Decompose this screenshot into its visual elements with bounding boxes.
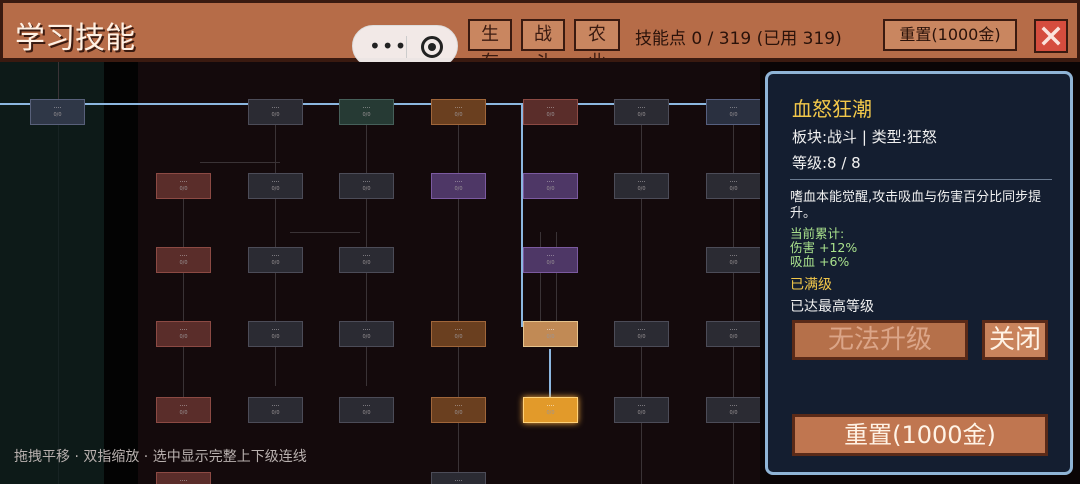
skill-node[interactable]: ····0/0 [248, 173, 303, 199]
skill-node[interactable]: ····0/0 [614, 173, 669, 199]
skill-meta: 板块:战斗 | 类型:狂怒 [792, 128, 937, 146]
tree-hint-text: 拖拽平移 · 双指缩放 · 选中显示完整上下级连线 [14, 449, 307, 465]
skill-node[interactable]: ····0/0 [339, 173, 394, 199]
skill-node[interactable]: ····0/0 [706, 321, 760, 347]
maxed-status: 已满级 [790, 277, 832, 293]
accum-title: 当前累计: [790, 226, 845, 241]
highlight-connector [549, 349, 551, 397]
skill-node[interactable]: ····0/0 [523, 247, 578, 273]
mini-program-capsule[interactable]: ••• [352, 25, 458, 67]
skill-points-counter: 技能点 0 / 319 (已用 319) [635, 29, 842, 49]
highlight-connector [521, 103, 523, 327]
skill-node[interactable]: ····0/0 [523, 99, 578, 125]
close-button-top[interactable] [1034, 19, 1068, 53]
connector [58, 62, 59, 102]
panel-divider [790, 179, 1052, 180]
skill-node[interactable]: ····0/0 [156, 397, 211, 423]
exit-target-icon[interactable] [421, 36, 443, 58]
skill-description: 嗜血本能觉醒,攻击吸血与伤害百分比同步提升。 [790, 190, 1042, 221]
connector [200, 162, 280, 163]
gridline [58, 62, 59, 484]
connector [290, 232, 360, 233]
skill-level: 等级:8 / 8 [792, 154, 861, 172]
header-bar: 学习技能 ••• 生存 战斗 农业 技能点 0 / 319 (已用 319) 重… [0, 0, 1080, 73]
tree-region-gap [104, 62, 138, 484]
page-title: 学习技能 [15, 21, 135, 56]
skill-node[interactable]: ····0/0 [248, 397, 303, 423]
skill-node[interactable]: ····0/0 [156, 472, 211, 484]
skill-node[interactable]: ····0/0 [431, 397, 486, 423]
close-panel-button[interactable]: 关闭 [982, 320, 1048, 360]
skill-node[interactable]: ····0/0 [156, 321, 211, 347]
skill-node-selected[interactable]: ···· 0/0 [523, 397, 578, 423]
skill-node[interactable]: ····0/0 [431, 472, 486, 484]
close-icon [1041, 26, 1061, 46]
skill-node[interactable]: ····0/0 [614, 397, 669, 423]
reset-button-top[interactable]: 重置(1000金) [883, 19, 1017, 51]
skill-node[interactable]: ····0/0 [30, 99, 85, 125]
skill-node-parent-highlighted[interactable]: ···· 0/0 [523, 321, 578, 347]
skill-node[interactable]: ····0/0 [614, 99, 669, 125]
skill-title: 血怒狂潮 [792, 97, 872, 121]
maxed-description: 已达最高等级 [790, 299, 874, 315]
skill-node[interactable]: ····0/0 [339, 321, 394, 347]
upgrade-button-disabled[interactable]: 无法升级 [792, 320, 968, 360]
tree-region-left [0, 62, 104, 484]
tab-combat[interactable]: 战斗 [521, 19, 565, 73]
skill-tree-canvas[interactable]: ···· 0/0 ···· 0/0 ···· 0/0 ···· 0/0 ···· 0/0 … [0, 62, 760, 484]
accum-lifesteal: 吸血 +6% [790, 254, 850, 269]
reset-button-panel[interactable]: 重置(1000金) [792, 414, 1048, 456]
skill-node[interactable]: ····0/0 [156, 173, 211, 199]
skill-node[interactable]: ····0/0 [614, 321, 669, 347]
skill-node[interactable]: ····0/0 [248, 321, 303, 347]
skill-node[interactable]: ····0/0 [156, 247, 211, 273]
skill-node[interactable]: ····0/0 [248, 99, 303, 125]
skill-node[interactable]: ····0/0 [706, 173, 760, 199]
tab-survival[interactable]: 生存 [468, 19, 512, 73]
skill-node[interactable]: ····0/0 [431, 321, 486, 347]
skill-node[interactable]: ····0/0 [339, 99, 394, 125]
capsule-divider [406, 36, 407, 58]
tab-farming[interactable]: 农业 [574, 19, 620, 73]
skill-node[interactable]: ····0/0 [706, 99, 760, 125]
skill-node[interactable]: ····0/0 [339, 397, 394, 423]
accum-damage: 伤害 +12% [790, 240, 858, 255]
skill-node[interactable]: ····0/0 [431, 99, 486, 125]
skill-node[interactable]: ····0/0 [248, 247, 303, 273]
skill-node[interactable]: ····0/0 [523, 173, 578, 199]
skill-node[interactable]: ····0/0 [339, 247, 394, 273]
skill-node[interactable]: ····0/0 [431, 173, 486, 199]
skill-node[interactable]: ····0/0 [706, 397, 760, 423]
skill-node[interactable]: ····0/0 [706, 247, 760, 273]
skill-detail-panel: 血怒狂潮 板块:战斗 | 类型:狂怒 等级:8 / 8 嗜血本能觉醒,攻击吸血与… [765, 71, 1073, 475]
more-dots-icon[interactable]: ••• [369, 34, 407, 58]
